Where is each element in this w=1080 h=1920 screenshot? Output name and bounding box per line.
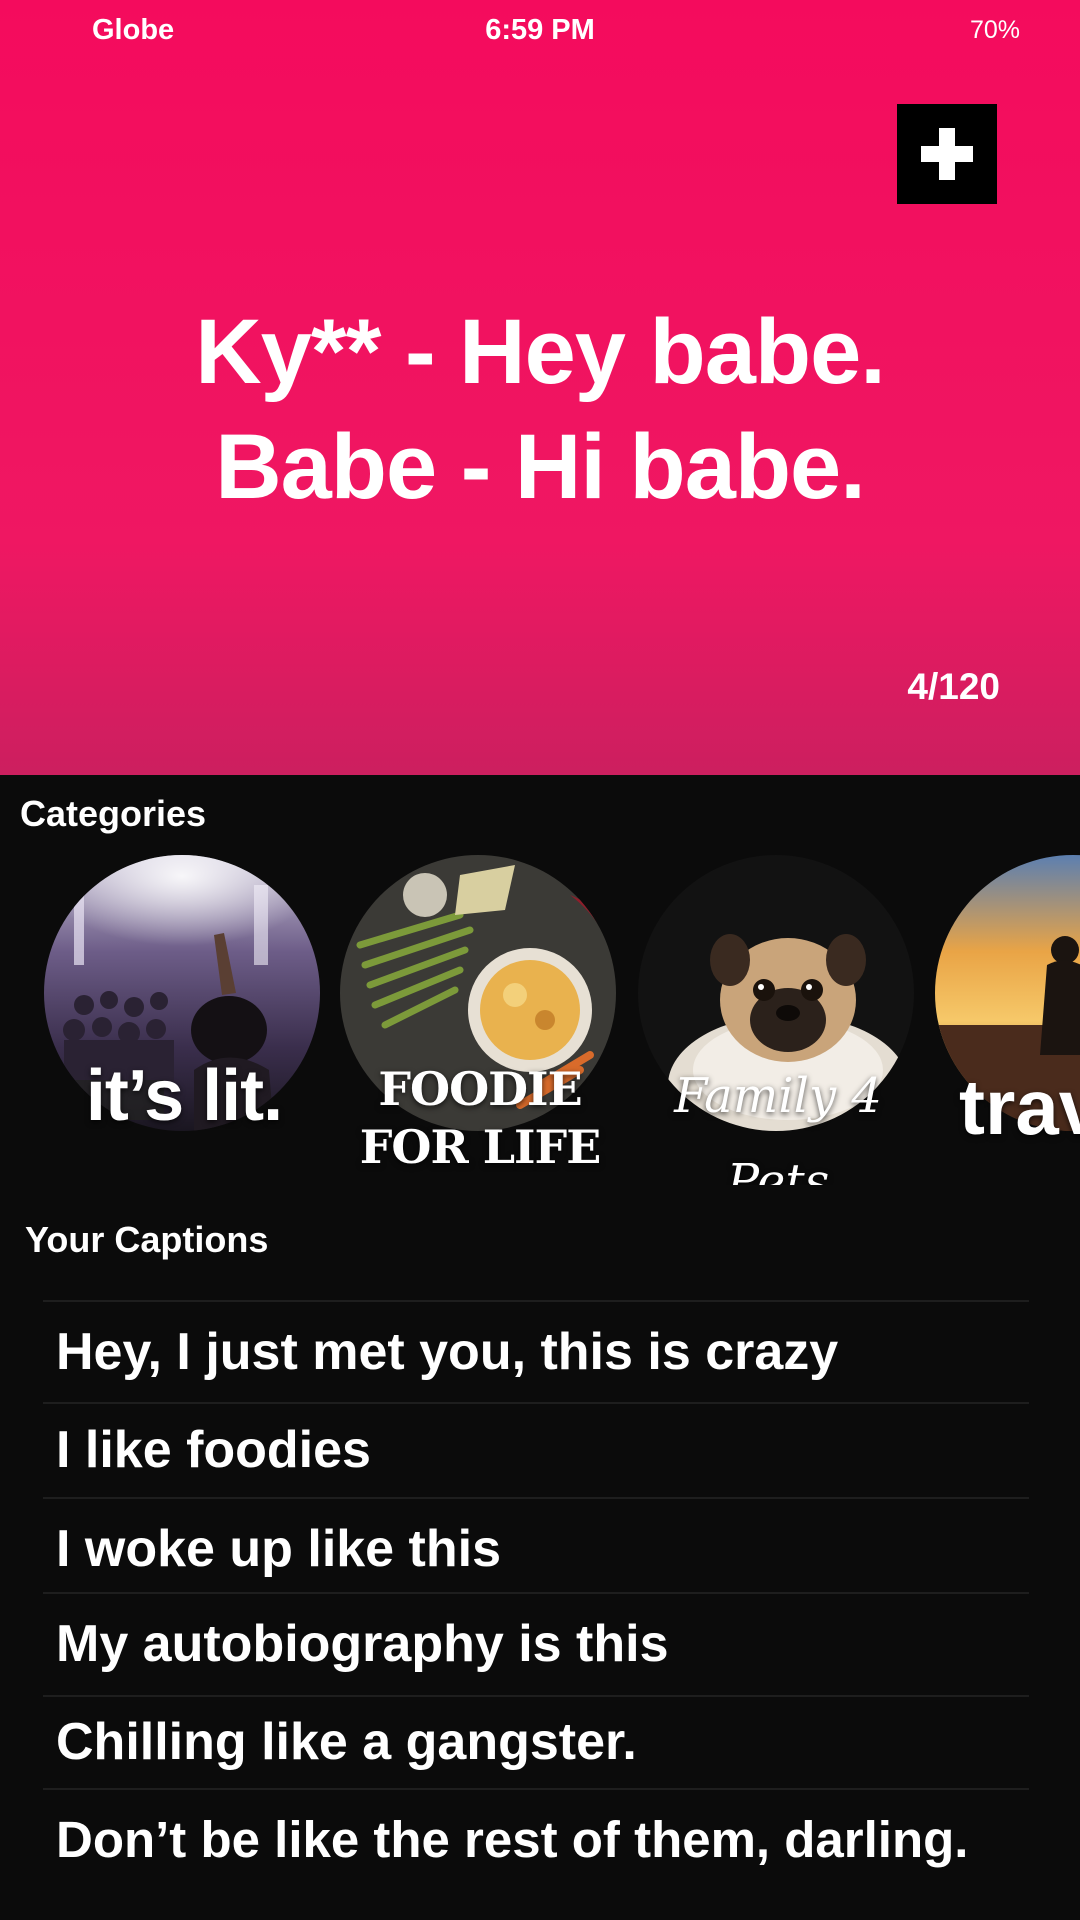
app-screen: Globe 6:59 PM 70% Ky** - Hey babe. Babe … — [0, 0, 1080, 1920]
category-label-line: Pets — [726, 1154, 830, 1185]
caption-counter: 4/120 — [907, 666, 1000, 707]
battery-level: 70% — [969, 16, 1020, 44]
category-label-line: FOODIE — [378, 1062, 582, 1116]
category-label: it’s lit. — [85, 1056, 283, 1136]
current-caption: Ky** - Hey babe. Babe - Hi babe. — [40, 295, 1040, 525]
your-captions-heading: Your Captions — [25, 1219, 269, 1260]
list-item[interactable]: My autobiography is this — [43, 1592, 1029, 1695]
category-label: Family 4 Pets — [638, 1053, 918, 1185]
category-its-lit[interactable]: it’s lit. — [44, 855, 324, 1175]
category-label-line: FOR LIFE — [359, 1120, 602, 1174]
category-family-4-pets[interactable]: Family 4 Pets — [638, 855, 918, 1185]
list-item[interactable]: I like foodies — [43, 1402, 1029, 1497]
status-time: 6:59 PM — [485, 14, 595, 46]
category-foodie-for-life[interactable]: FOODIE FOR LIFE — [340, 855, 620, 1175]
status-bar: Globe 6:59 PM 70% — [0, 0, 1080, 62]
list-item[interactable]: Don’t be like the rest of them, darling. — [43, 1788, 1029, 1890]
categories-carousel[interactable]: it’s lit. FOODIE FOR LIFE Family 4 Pets … — [0, 855, 1080, 1185]
list-item[interactable]: Hey, I just met you, this is crazy — [43, 1300, 1029, 1402]
list-item[interactable]: I woke up like this — [43, 1497, 1029, 1592]
caption-line: Ky** - Hey babe. — [195, 301, 886, 403]
caption-line: Babe - Hi babe. — [215, 416, 866, 518]
list-item[interactable]: Chilling like a gangster. — [43, 1695, 1029, 1788]
category-label: trav — [959, 1063, 1080, 1151]
category-label: FOODIE FOR LIFE — [340, 1060, 620, 1176]
caption-preview-card[interactable]: Globe 6:59 PM 70% Ky** - Hey babe. Babe … — [0, 0, 1080, 775]
add-caption-button[interactable] — [897, 104, 997, 204]
category-travel[interactable]: trav — [935, 855, 1080, 1175]
caption-list: Hey, I just met you, this is crazy I lik… — [43, 1300, 1029, 1890]
category-label-line: Family 4 — [674, 1068, 882, 1124]
categories-heading: Categories — [20, 793, 207, 834]
